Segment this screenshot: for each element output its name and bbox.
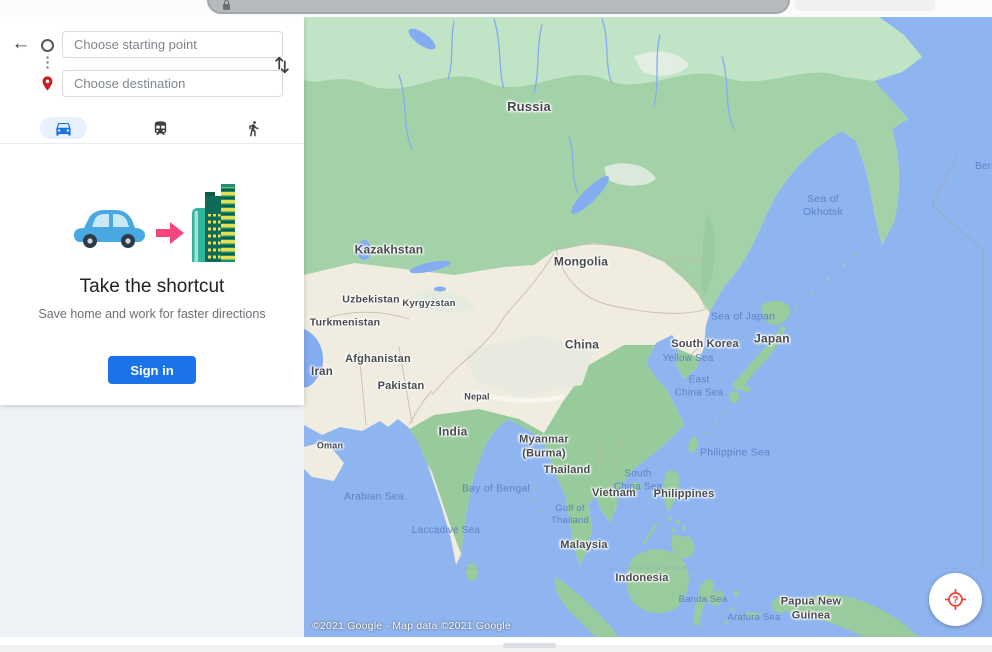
- panel-backdrop: [0, 405, 304, 637]
- car-graphic: [74, 210, 145, 248]
- promo-title: Take the shortcut: [79, 276, 225, 297]
- mode-drive-tab[interactable]: [40, 117, 87, 139]
- svg-text:?: ?: [952, 595, 958, 606]
- destination-pin-icon: [39, 75, 56, 92]
- browser-topbar: [0, 0, 992, 17]
- crosshair-question-icon: ?: [944, 588, 967, 611]
- swap-vertical-icon: [275, 56, 289, 73]
- waypoint-dots-icon: [46, 55, 49, 69]
- lock-icon: [223, 0, 230, 10]
- swap-waypoints-button[interactable]: [269, 53, 295, 79]
- map-attribution: ©2021 Google - Map data ©2021 Google: [312, 620, 511, 632]
- car-icon: [56, 122, 71, 136]
- car-to-work-illustration: [74, 184, 235, 262]
- sign-in-button[interactable]: Sign in: [108, 356, 196, 384]
- browser-toolbar-fragment: [795, 0, 935, 11]
- transit-icon: [154, 120, 166, 135]
- back-button[interactable]: ←: [10, 33, 32, 55]
- walk-icon: [248, 120, 258, 136]
- scrollbar-thumb[interactable]: [503, 643, 556, 648]
- start-input[interactable]: [62, 31, 283, 58]
- map-canvas[interactable]: Russia Kazakhstan Mongolia Uzbekistan Kyrgyz…: [304, 17, 992, 637]
- map-terrain: [304, 17, 992, 637]
- browser-bottombar: [0, 637, 992, 652]
- mode-walk-tab[interactable]: [241, 117, 265, 139]
- promo-subtitle: Save home and work for faster directions: [38, 307, 266, 321]
- directions-panel: ← Choose starting point Choose destinati…: [0, 17, 304, 405]
- browser-omnibox-remnant: [207, 0, 790, 14]
- mode-transit-tab[interactable]: [147, 117, 173, 139]
- arrow-graphic: [156, 222, 184, 244]
- app-window: ← Choose starting point Choose destinati…: [0, 0, 992, 652]
- destination-input[interactable]: [62, 70, 283, 97]
- panel-divider: [0, 143, 304, 144]
- report-location-button[interactable]: ?: [929, 573, 982, 626]
- buildings-graphic: [192, 184, 235, 262]
- start-point-icon: [41, 39, 54, 52]
